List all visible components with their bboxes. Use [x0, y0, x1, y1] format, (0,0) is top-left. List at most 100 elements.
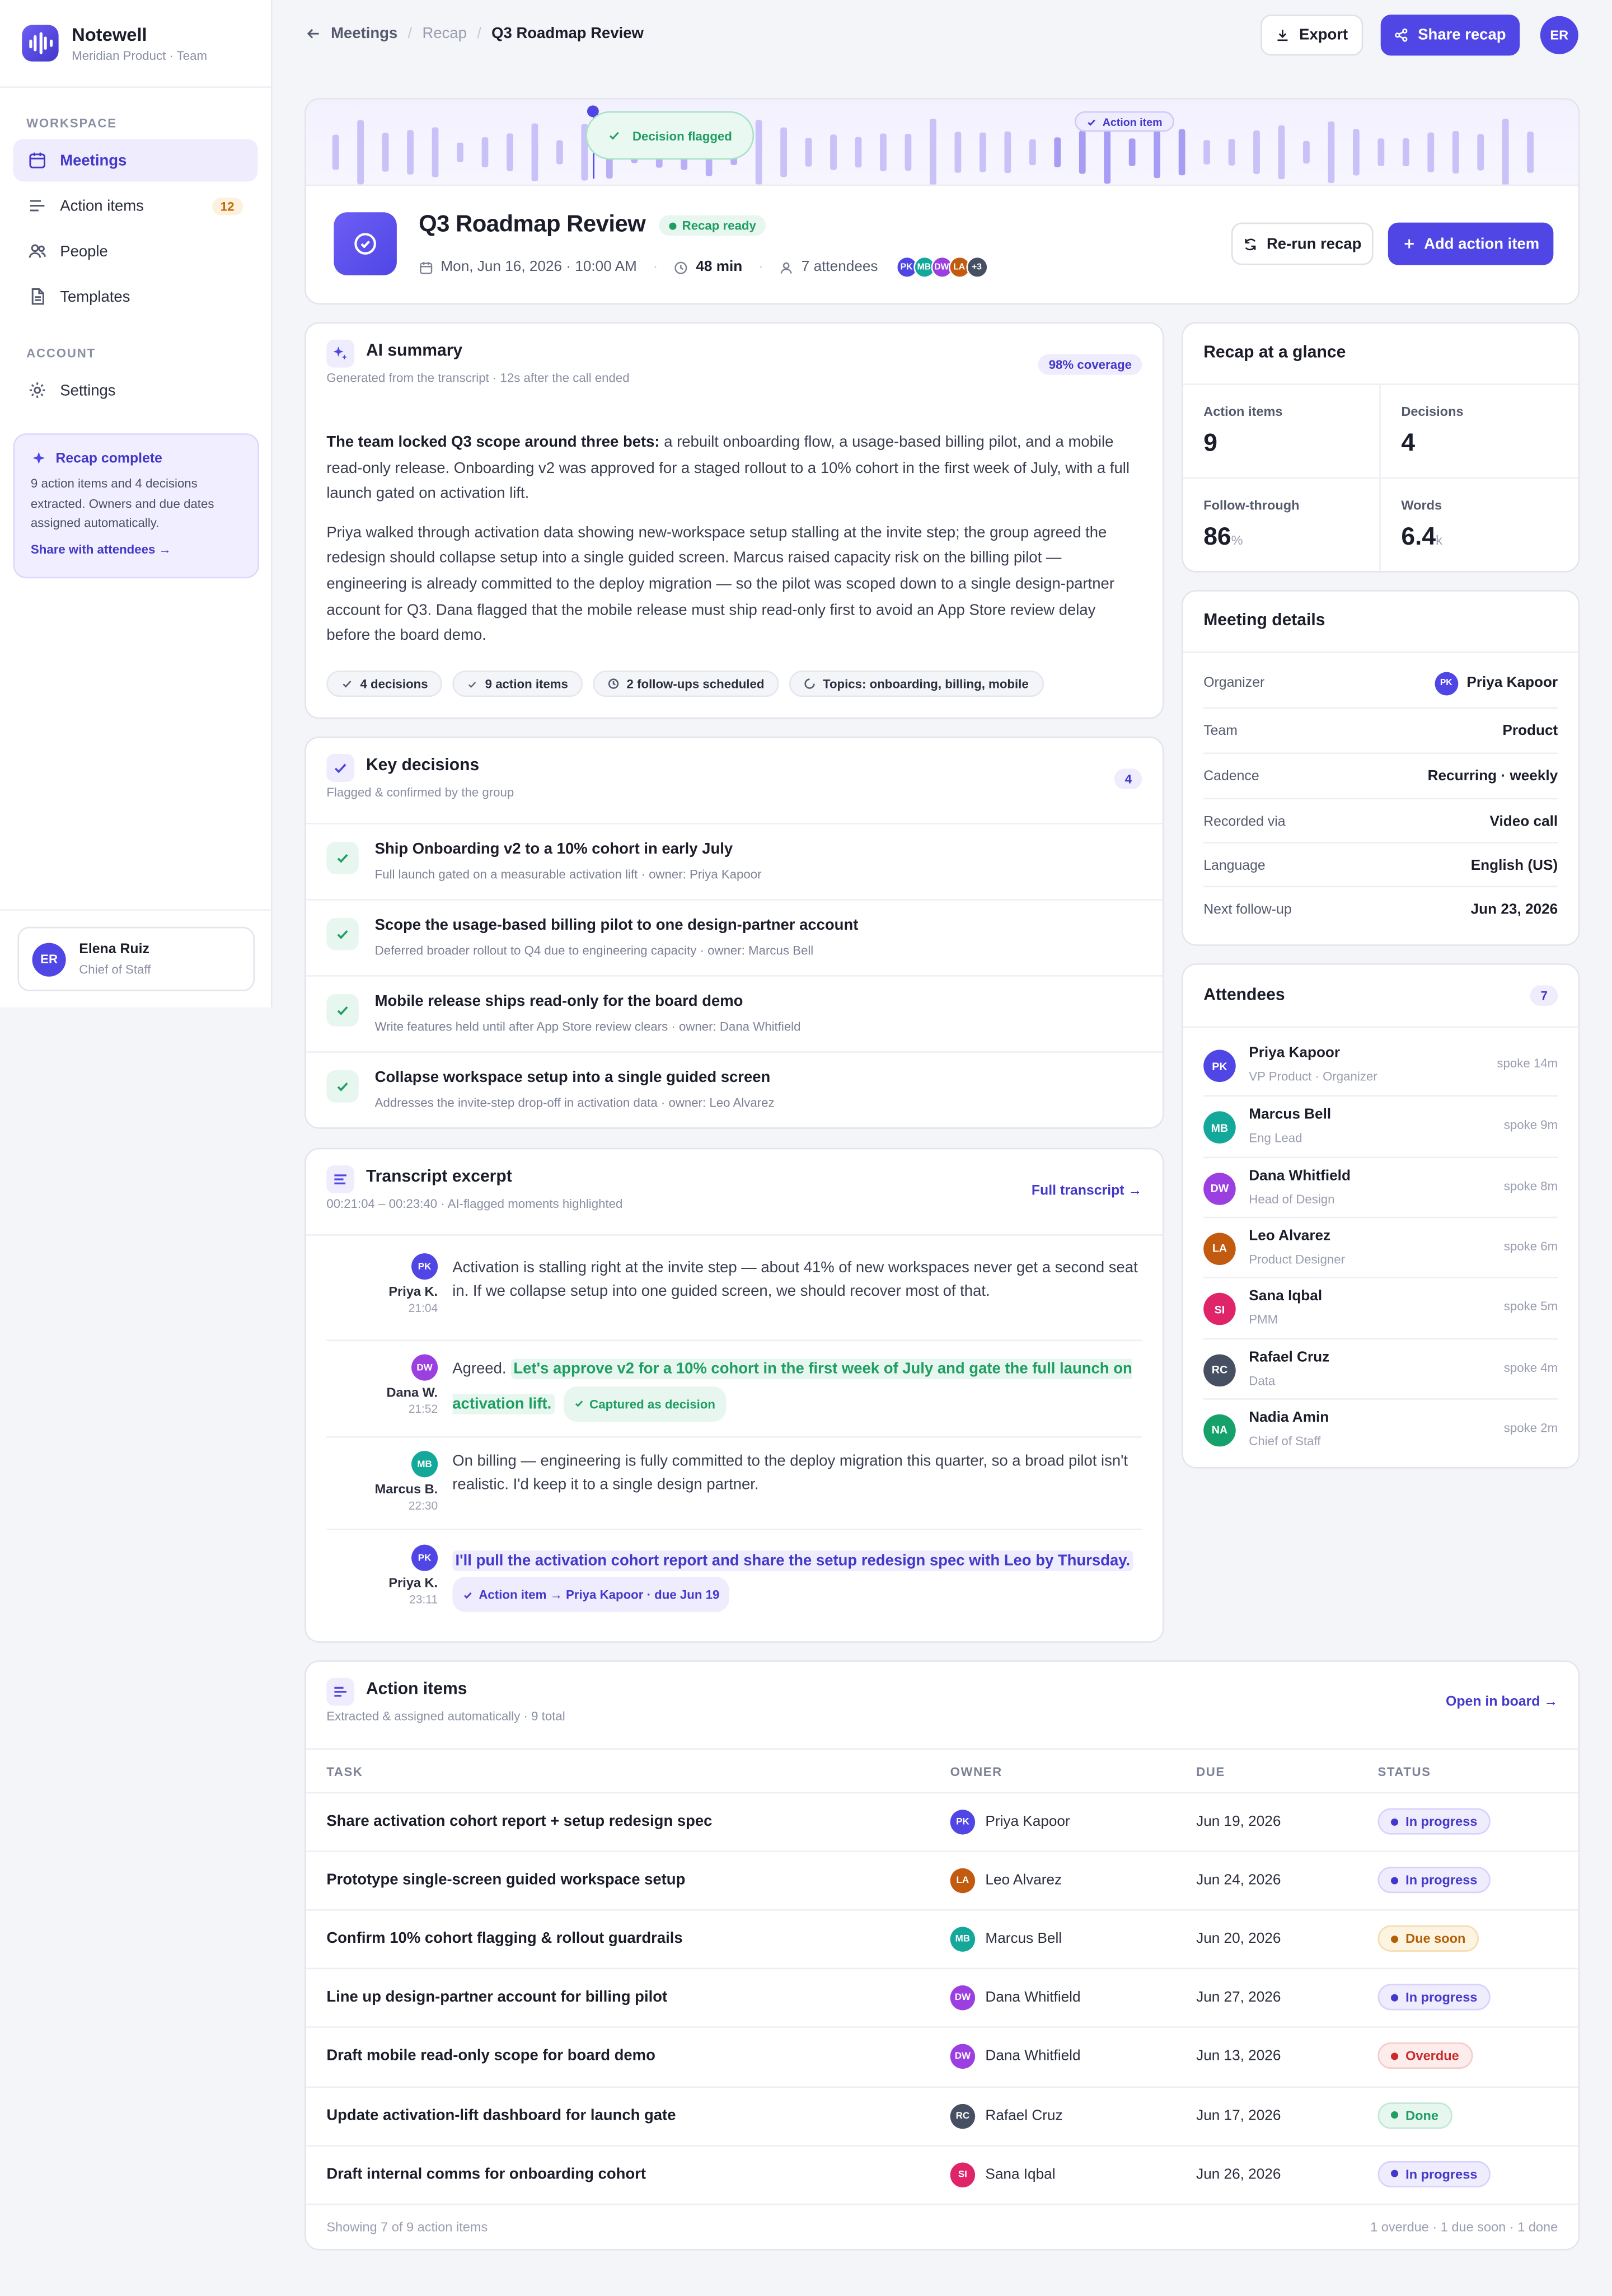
rerun-recap-button[interactable]: Re-run recap [1231, 222, 1374, 265]
action-item-flag-marker[interactable]: Action item [1074, 111, 1174, 132]
decision-item[interactable]: Mobile release ships read-only for the b… [306, 975, 1163, 1051]
waveform-timeline[interactable]: Decision flagged Action item [306, 99, 1578, 186]
tag-action-items[interactable]: 9 action items [453, 671, 583, 697]
refresh-icon [1245, 238, 1256, 250]
share-recap-button[interactable]: Share recap [1380, 15, 1520, 56]
avatar: DW [950, 1985, 976, 2011]
task-owner[interactable]: SI Sana Iqbal [950, 2162, 1056, 2187]
attendee-avatar-stack[interactable]: PK MB DW LA +3 [895, 256, 988, 279]
status-badge[interactable]: In progress [1377, 1808, 1491, 1835]
transcript-row[interactable]: PK Priya K. 23:11 I'll pull the activati… [326, 1539, 1142, 1629]
promo-description: 9 action items and 4 decisions extracted… [30, 476, 214, 530]
status-badge[interactable]: In progress [1377, 1984, 1491, 2011]
waveform-bar [357, 120, 364, 185]
decision-item[interactable]: Collapse workspace setup into a single g… [306, 1051, 1163, 1127]
decision-item[interactable]: Ship Onboarding v2 to a 10% cohort in ea… [306, 823, 1163, 899]
status-label: Done [1405, 2107, 1439, 2122]
tag-decisions[interactable]: 4 decisions [326, 671, 443, 697]
task-owner[interactable]: LA Leo Alvarez [950, 1868, 1062, 1894]
decision-highlight[interactable]: Let's approve v2 for a 10% cohort in the… [452, 1358, 1132, 1414]
action-item-highlight[interactable]: I'll pull the activation cohort report a… [452, 1550, 1133, 1571]
table-row[interactable]: Share activation cohort report + setup r… [306, 1792, 1578, 1851]
column-header-status[interactable]: STATUS [1377, 1764, 1431, 1779]
table-row[interactable]: Line up design-partner account for billi… [306, 1968, 1578, 2027]
table-row[interactable]: Draft internal comms for onboarding coho… [306, 2144, 1578, 2203]
task-owner[interactable]: DW Dana Whitfield [950, 2044, 1081, 2070]
attendee-row[interactable]: MB Marcus Bell Eng Lead spoke 9m [1203, 1095, 1558, 1155]
status-badge[interactable]: Done [1377, 2101, 1452, 2129]
tag-follow-ups[interactable]: 2 follow-ups scheduled [593, 671, 779, 697]
attendee-speaking-time: spoke 8m [1503, 1178, 1558, 1193]
attendee-row[interactable]: PK Priya Kapoor VP Product · Organizer spok… [1203, 1035, 1558, 1095]
stat-follow-through: Follow-through 86% [1183, 477, 1381, 571]
summary-lead: The team locked Q3 scope around three be… [326, 433, 660, 451]
sidebar-item-meetings[interactable]: Meetings [13, 139, 258, 182]
captured-as-decision-chip[interactable]: Captured as decision [563, 1385, 726, 1422]
table-row[interactable]: Draft mobile read-only scope for board d… [306, 2027, 1578, 2086]
attendee-row[interactable]: NA Nadia Amin Chief of Staff spoke 2m [1203, 1398, 1558, 1458]
stat-unit: % [1231, 533, 1243, 548]
sidebar-item-people[interactable]: People [13, 230, 258, 273]
status-badge[interactable]: Due soon [1377, 1925, 1479, 1952]
arrow-left-icon[interactable] [306, 26, 321, 41]
sidebar-item-settings[interactable]: Settings [13, 369, 258, 411]
attendees-count-badge: 7 [1530, 985, 1558, 1006]
breadcrumb-meetings[interactable]: Meetings [331, 25, 397, 42]
transcript-row[interactable]: MB Marcus B. 22:30 On billing — engineer… [326, 1445, 1142, 1530]
sidebar-item-action-items[interactable]: Action items 12 [13, 185, 258, 227]
clock-icon [675, 261, 688, 274]
meeting-icon [334, 212, 397, 275]
task-owner[interactable]: DW Dana Whitfield [950, 1985, 1081, 2011]
decision-item[interactable]: Scope the usage-based billing pilot to o… [306, 899, 1163, 975]
decision-flag-marker[interactable]: Decision flagged [585, 111, 755, 160]
attendee-name: Marcus Bell [1249, 1107, 1332, 1124]
transcript-row[interactable]: PK Priya K. 21:04 Activation is stalling… [326, 1253, 1142, 1342]
attendee-speaking-time: spoke 4m [1503, 1359, 1558, 1374]
brand[interactable]: Notewell Meridian Product · Team [0, 0, 271, 88]
sidebar-item-templates[interactable]: Templates [13, 275, 258, 318]
key-decisions-card: Key decisions Flagged & confirmed by the… [304, 736, 1164, 1129]
attendee-row[interactable]: RC Rafael Cruz Data spoke 4m [1203, 1337, 1558, 1398]
export-button[interactable]: Export [1260, 15, 1363, 56]
detail-value: English (US) [1470, 857, 1558, 874]
breadcrumb-recap[interactable]: Recap [422, 25, 466, 42]
full-transcript-link[interactable]: Full transcript → [1032, 1183, 1142, 1199]
task-owner[interactable]: RC Rafael Cruz [950, 2103, 1063, 2129]
attendee-row[interactable]: DW Dana Whitfield Head of Design spoke 8m [1203, 1156, 1558, 1216]
status-badge[interactable]: Overdue [1377, 2043, 1473, 2070]
key-decisions-header: Key decisions Flagged & confirmed by the… [306, 738, 1163, 799]
task-title: Update activation-lift dashboard for lau… [326, 2106, 676, 2124]
table-row[interactable]: Confirm 10% cohort flagging & rollout gu… [306, 1909, 1578, 1968]
transcript-row[interactable]: DW Dana W. 21:52 Agreed. Let's approve v… [326, 1348, 1142, 1438]
user-avatar[interactable]: ER [1540, 16, 1578, 54]
share-with-attendees-link[interactable]: Share with attendees → [31, 541, 242, 556]
column-header-task[interactable]: TASK [326, 1764, 363, 1779]
attendee-row[interactable]: SI Sana Iqbal PMM spoke 5m [1203, 1277, 1558, 1337]
stat-unit: k [1436, 533, 1442, 548]
status-badge[interactable]: In progress [1377, 1867, 1491, 1894]
column-header-owner[interactable]: OWNER [950, 1764, 1002, 1779]
list-check-icon [30, 200, 45, 212]
status-badge[interactable]: In progress [1377, 2160, 1491, 2187]
table-row[interactable]: Update activation-lift dashboard for lau… [306, 2086, 1578, 2144]
nav-section-account: ACCOUNT [26, 345, 96, 360]
attendee-row[interactable]: LA Leo Alvarez Product Designer spoke 6m [1203, 1216, 1558, 1276]
action-item-chip[interactable]: Action item → Priya Kapoor · due Jun 19 [452, 1577, 730, 1612]
avatar: PK [411, 1544, 438, 1571]
user-profile-card[interactable]: ER Elena Ruiz Chief of Staff [17, 926, 255, 991]
table-row[interactable]: Prototype single-screen guided workspace… [306, 1850, 1578, 1910]
task-title: Line up design-partner account for billi… [326, 1989, 668, 2007]
tag-topics[interactable]: Topics: onboarding, billing, mobile [789, 671, 1043, 697]
add-action-item-button[interactable]: Add action item [1388, 222, 1554, 265]
stat-number: 4 [1401, 429, 1416, 457]
task-owner[interactable]: PK Priya Kapoor [950, 1810, 1070, 1835]
open-in-board-link[interactable]: Open in board → [1446, 1694, 1558, 1710]
task-due-date: Jun 27, 2026 [1196, 1990, 1281, 2007]
detail-value[interactable]: PK Priya Kapoor [1434, 671, 1558, 695]
waveform-bar [507, 133, 513, 171]
attendee-role: PMM [1249, 1312, 1278, 1327]
ai-summary-title: AI summary [365, 343, 463, 360]
speaker-time: 23:11 [409, 1592, 438, 1606]
task-owner[interactable]: MB Marcus Bell [950, 1927, 1062, 1952]
column-header-due[interactable]: DUE [1196, 1764, 1225, 1779]
